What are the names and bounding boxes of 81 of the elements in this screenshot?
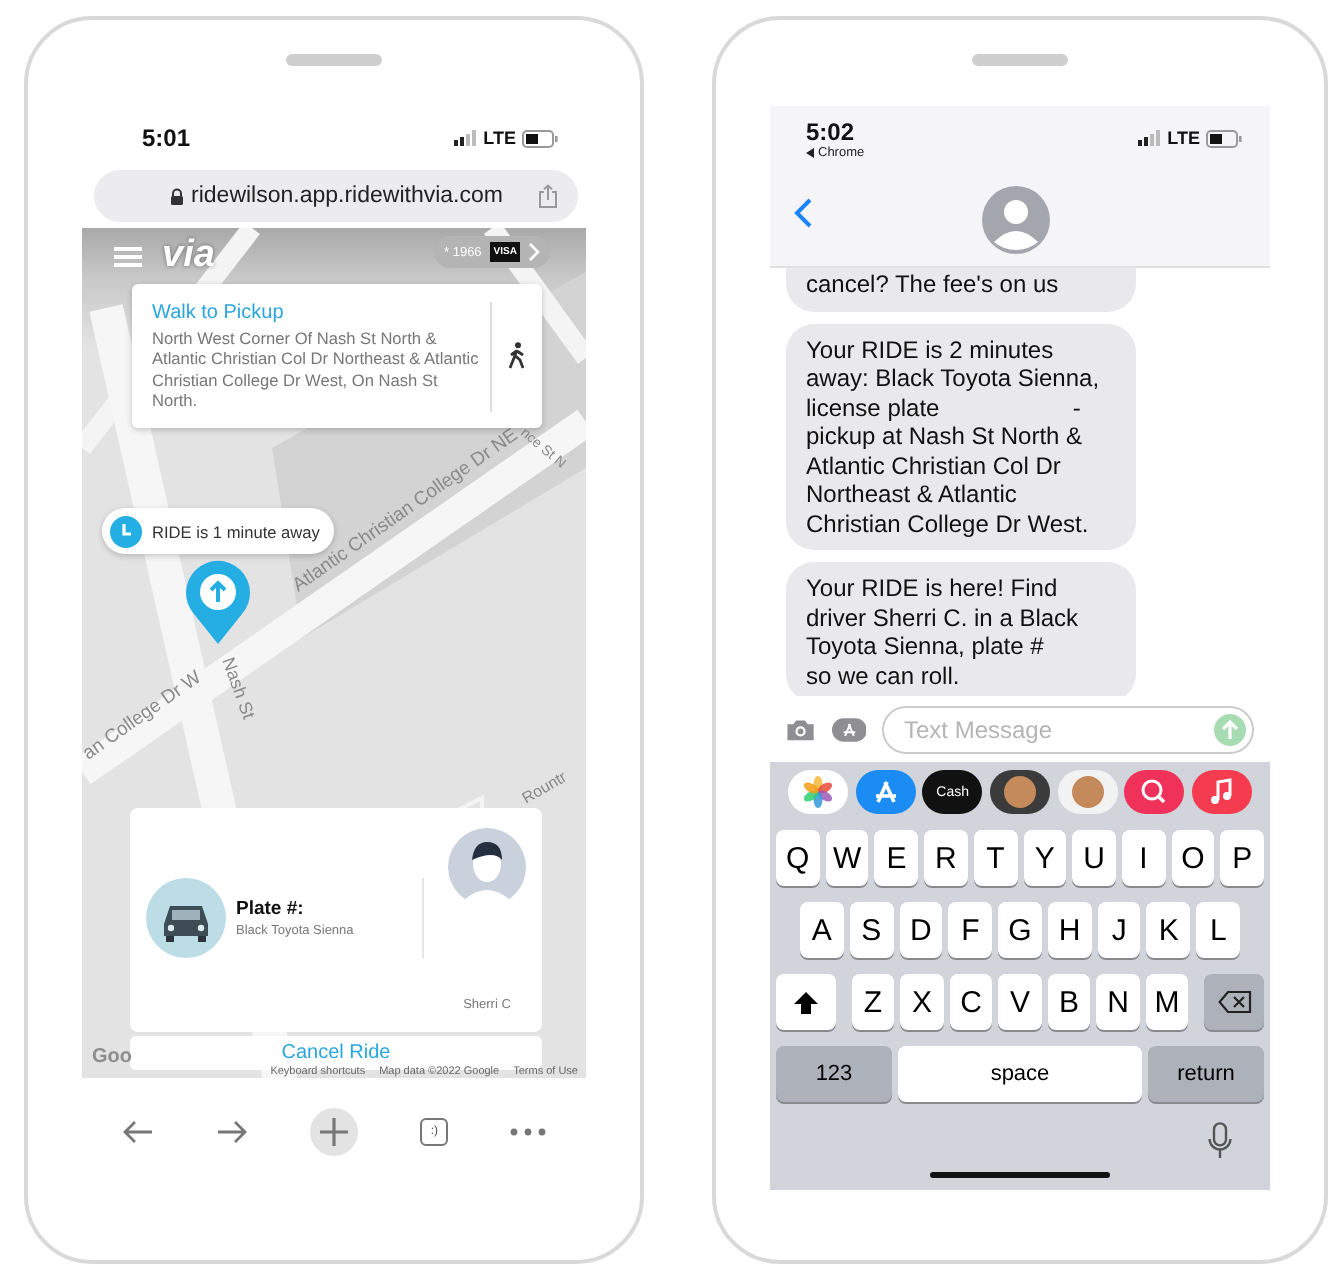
back-triangle-icon	[806, 147, 814, 157]
numbers-key[interactable]: 123	[776, 1046, 892, 1102]
message-input-field[interactable]: Text Message	[904, 715, 1214, 743]
address-bar[interactable]: ridewilson.app.ridewithvia.com	[94, 170, 578, 222]
plate-label: Plate #:	[236, 898, 306, 920]
app-store-icon[interactable]	[855, 770, 916, 814]
letter-key[interactable]: C	[949, 974, 993, 1030]
letter-key[interactable]: Z	[851, 974, 895, 1030]
return-key[interactable]: return	[1148, 1046, 1264, 1102]
menu-icon[interactable]	[114, 245, 142, 267]
street-label: Nash St	[218, 654, 259, 722]
letter-key[interactable]: D	[899, 902, 943, 958]
car-icon	[146, 878, 226, 958]
microphone-icon[interactable]	[1208, 1122, 1232, 1160]
status-time: 5:02	[806, 117, 855, 145]
forward-arrow-icon[interactable]	[215, 1120, 248, 1144]
google-logo: Goo	[92, 1046, 132, 1068]
memoji-avatar[interactable]	[989, 770, 1050, 814]
letter-key[interactable]: S	[849, 902, 894, 958]
message-bubble: cancel? The fee's on us	[786, 268, 1136, 311]
letter-key[interactable]: E	[874, 830, 919, 886]
letter-key[interactable]: J	[1097, 902, 1141, 958]
letter-key[interactable]: H	[1047, 902, 1092, 958]
letter-key[interactable]: O	[1171, 830, 1215, 886]
shift-key[interactable]	[775, 974, 836, 1030]
letter-key[interactable]: B	[1047, 974, 1091, 1030]
map[interactable]	[82, 228, 586, 1078]
battery-icon	[1206, 129, 1242, 147]
back-chevron-icon[interactable]	[794, 198, 812, 228]
eta-text: RIDE is 1 minute away	[152, 521, 320, 541]
url-text: ridewilson.app.ridewithvia.com	[191, 184, 503, 208]
battery-icon	[522, 129, 558, 147]
letter-key[interactable]: R	[924, 830, 968, 886]
composer-pill[interactable]: Text Message	[882, 705, 1254, 753]
app-store-icon[interactable]	[831, 713, 866, 745]
walking-person-icon	[508, 342, 526, 370]
letter-key[interactable]: Q	[775, 830, 820, 886]
letter-key[interactable]: T	[973, 830, 1017, 886]
backspace-icon	[1217, 990, 1252, 1014]
delete-key[interactable]	[1204, 974, 1265, 1030]
letter-key[interactable]: U	[1072, 830, 1116, 886]
letter-key[interactable]: X	[900, 974, 944, 1030]
new-tab-icon[interactable]	[309, 1108, 358, 1156]
letter-key[interactable]: I	[1121, 830, 1166, 886]
contact-avatar[interactable]	[982, 186, 1050, 254]
signal-icon	[453, 130, 478, 146]
message-bubble: Your RIDE is here! Find driver Sherri C. in a Black Toyota Sienna, plate # so we can roll.	[786, 562, 1136, 696]
letter-key[interactable]: Y	[1023, 830, 1067, 886]
walk-title: Walk to Pickup	[152, 301, 286, 323]
photos-app-icon[interactable]	[788, 770, 848, 814]
app-logo: via	[162, 236, 215, 276]
letter-key[interactable]: A	[799, 902, 844, 958]
signal-icon	[1137, 130, 1162, 146]
letter-key[interactable]: G	[998, 902, 1042, 958]
speaker-slot	[972, 54, 1068, 66]
speaker-slot	[286, 54, 382, 66]
share-icon[interactable]	[538, 184, 558, 208]
back-arrow-icon[interactable]	[121, 1120, 154, 1144]
status-time: 5:01	[142, 124, 191, 152]
pickup-address: North West Corner Of Nash St North & Atlantic Christian Col Dr Northeast & Atlantic Christian College Dr West, On Nash St North.	[152, 327, 480, 411]
letter-key[interactable]: L	[1196, 902, 1241, 958]
shift-arrow-icon	[793, 991, 818, 1013]
chevron-right-icon	[528, 242, 541, 262]
letter-key[interactable]: W	[825, 830, 869, 886]
clock-icon	[110, 515, 142, 547]
network-label: LTE	[1167, 128, 1200, 148]
lock-icon	[169, 187, 184, 205]
letter-key[interactable]: P	[1220, 830, 1265, 886]
space-key[interactable]: space	[898, 1046, 1142, 1102]
driver-avatar	[448, 828, 526, 906]
letter-key[interactable]: M	[1145, 974, 1189, 1030]
network-label: LTE	[483, 128, 516, 148]
letter-key[interactable]: V	[998, 974, 1042, 1030]
letter-key[interactable]: K	[1146, 902, 1191, 958]
music-note-icon[interactable]	[1191, 770, 1252, 814]
letter-key[interactable]: N	[1096, 974, 1140, 1030]
message-bubble: Your RIDE is 2 minutes away: Black Toyota Sienna, license plate - pickup at Nash St North & Atlantic Christian Col Dr Northeast & Atlantic Christian College Dr West.	[786, 323, 1136, 550]
letter-key[interactable]: F	[948, 902, 993, 958]
image-search-icon[interactable]	[1124, 770, 1185, 814]
more-icon[interactable]	[510, 1128, 547, 1136]
pickup-pin[interactable]	[186, 560, 250, 644]
